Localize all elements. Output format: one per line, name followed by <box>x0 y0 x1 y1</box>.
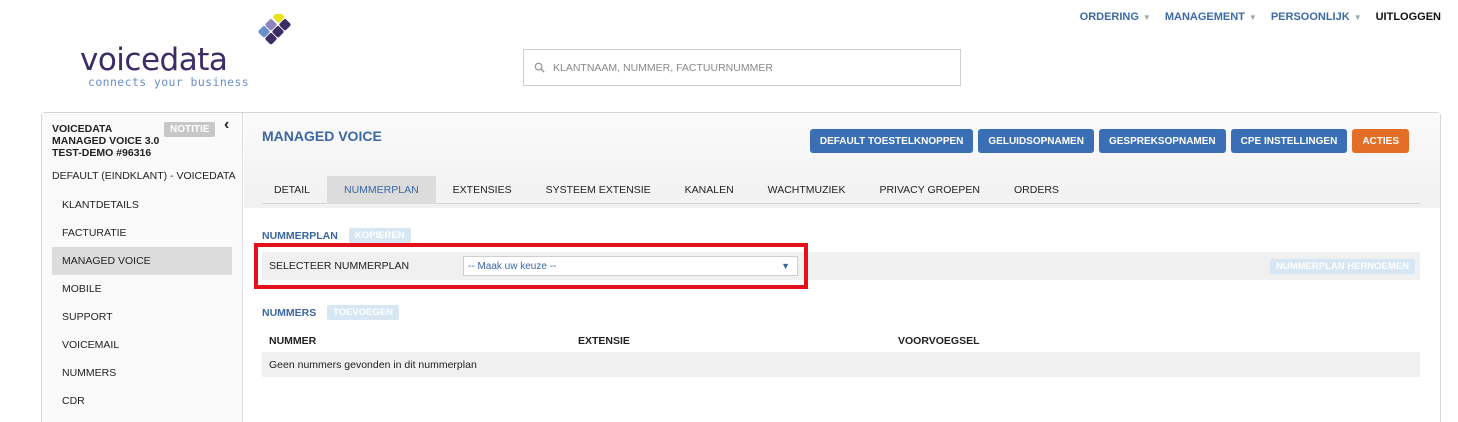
nav-persoonlijk[interactable]: PERSOONLIJK ▼ <box>1271 11 1362 23</box>
nav-management-label: MANAGEMENT <box>1164 11 1245 23</box>
search-bar <box>523 49 961 86</box>
tab-extensies[interactable]: EXTENSIES <box>436 176 529 204</box>
sidebar-item-klantdetails[interactable]: KLANTDETAILS <box>52 191 232 219</box>
sidebar-item-managed-voice[interactable]: MANAGED VOICE <box>52 247 232 275</box>
tab-kanalen[interactable]: KANALEN <box>668 176 751 204</box>
content-header: MANAGED VOICE DEFAULT TOESTELKNOPPEN GEL… <box>244 113 1440 208</box>
nav-ordering[interactable]: ORDERING ▼ <box>1080 11 1151 23</box>
nav-ordering-label: ORDERING <box>1079 11 1139 23</box>
acties-button[interactable]: ACTIES <box>1352 129 1409 153</box>
customer-id: TEST-DEMO #96316 <box>52 147 152 159</box>
kopieren-button[interactable]: KOPIEREN <box>349 228 411 243</box>
tab-orders[interactable]: ORDERS <box>997 176 1076 204</box>
brand-tagline: connects your business <box>88 75 250 89</box>
sidebar-item-mobile[interactable]: MOBILE <box>52 275 232 303</box>
tab-detail[interactable]: DETAIL <box>262 176 327 204</box>
top-navigation: ORDERING ▼ MANAGEMENT ▼ PERSOONLIJK ▼ UI… <box>1080 11 1441 23</box>
sidebar-item-voicemail[interactable]: VOICEMAIL <box>52 331 232 359</box>
brand-name: voicedata <box>80 42 228 78</box>
caret-down-icon: ▼ <box>1248 12 1257 22</box>
toevoegen-button[interactable]: TOEVOEGEN <box>327 305 400 320</box>
nav-management[interactable]: MANAGEMENT ▼ <box>1165 11 1257 23</box>
main-frame: VOICEDATA MANAGED VOICE 3.0 TEST-DEMO #9… <box>41 112 1441 422</box>
gespreksopnamen-button[interactable]: GESPREKSOPNAMEN <box>1098 129 1226 153</box>
sidebar-item-support[interactable]: SUPPORT <box>52 303 232 331</box>
tab-nummerplan[interactable]: NUMMERPLAN <box>326 176 436 204</box>
sidebar: VOICEDATA MANAGED VOICE 3.0 TEST-DEMO #9… <box>42 113 243 422</box>
caret-down-icon: ▼ <box>1142 12 1151 22</box>
nummerplan-section-label: NUMMERPLAN <box>262 230 338 242</box>
tab-systeem-extensie[interactable]: SYSTEEM EXTENSIE <box>529 176 668 204</box>
page-title: MANAGED VOICE <box>262 128 382 144</box>
table-empty-row: Geen nummers gevonden in dit nummerplan <box>262 352 1420 377</box>
sidebar-item-facturatie[interactable]: FACTURATIE <box>52 219 232 247</box>
tab-privacy-groepen[interactable]: PRIVACY GROEPEN <box>862 176 997 204</box>
nummerplan-select-label: SELECTEER NUMMERPLAN <box>269 260 410 272</box>
column-nummer: NUMMER <box>269 335 317 347</box>
nummerplan-select[interactable]: -- Maak uw keuze -- ▼ <box>463 256 798 276</box>
note-button[interactable]: NOTITIE <box>164 122 216 137</box>
cpe-instellingen-button[interactable]: CPE INSTELLINGEN <box>1230 129 1348 153</box>
sidebar-item-cdr[interactable]: CDR <box>52 387 232 415</box>
column-extensie: EXTENSIE <box>578 335 630 347</box>
logo-mark-icon <box>258 14 291 45</box>
collapse-sidebar-icon[interactable]: ‹ <box>224 116 229 134</box>
dropdown-arrow-icon: ▼ <box>781 261 790 271</box>
sidebar-menu: KLANTDETAILS FACTURATIE MANAGED VOICE MO… <box>52 191 232 415</box>
empty-message: Geen nummers gevonden in dit nummerplan <box>269 359 477 371</box>
brand-logo[interactable]: voicedata connects your business <box>80 14 300 94</box>
content-area: MANAGED VOICE DEFAULT TOESTELKNOPPEN GEL… <box>244 113 1440 422</box>
nav-uitloggen[interactable]: UITLOGGEN <box>1376 11 1441 23</box>
geluidsopnamen-button[interactable]: GELUIDSOPNAMEN <box>978 129 1094 153</box>
customer-subtitle: DEFAULT (EINDKLANT) - VOICEDATA <box>52 170 236 182</box>
customer-header: VOICEDATA MANAGED VOICE 3.0 TEST-DEMO #9… <box>52 123 159 159</box>
search-input[interactable] <box>553 61 933 74</box>
tab-bar: DETAIL NUMMERPLAN EXTENSIES SYSTEEM EXTE… <box>262 176 1420 204</box>
caret-down-icon: ▼ <box>1353 12 1362 22</box>
nummers-section-label: NUMMERS <box>262 307 317 319</box>
nummerplan-hernoemen-button[interactable]: NUMMERPLAN HERNOEMEN <box>1270 259 1415 274</box>
nummerplan-select-row: SELECTEER NUMMERPLAN -- Maak uw keuze --… <box>262 252 1420 280</box>
customer-name: VOICEDATA <box>52 123 113 135</box>
default-toestelknoppen-button[interactable]: DEFAULT TOESTELKNOPPEN <box>809 129 974 153</box>
action-buttons: DEFAULT TOESTELKNOPPEN GELUIDSOPNAMEN GE… <box>809 129 1409 153</box>
nummerplan-select-value: -- Maak uw keuze -- <box>468 260 557 272</box>
tab-wachtmuziek[interactable]: WACHTMUZIEK <box>751 176 863 204</box>
nummers-table-header: NUMMER EXTENSIE VOORVOEGSEL <box>262 332 1420 352</box>
nav-persoonlijk-label: PERSOONLIJK <box>1270 11 1350 23</box>
search-icon <box>534 62 545 73</box>
customer-product: MANAGED VOICE 3.0 <box>52 135 160 147</box>
nav-uitloggen-label: UITLOGGEN <box>1375 11 1441 23</box>
sidebar-item-nummers[interactable]: NUMMERS <box>52 359 232 387</box>
column-voorvoegsel: VOORVOEGSEL <box>898 335 980 347</box>
